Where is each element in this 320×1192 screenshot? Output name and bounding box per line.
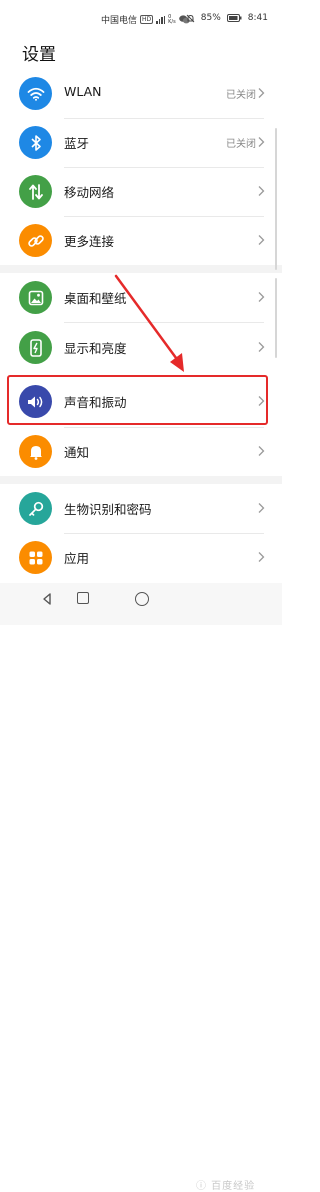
annotation-arrow: [114, 274, 184, 372]
back-icon[interactable]: [42, 593, 52, 605]
home-icon[interactable]: [135, 592, 149, 606]
recent-apps-icon[interactable]: [77, 592, 89, 604]
navigation-bar: ⓘ 百度经验: [0, 583, 282, 1192]
watermark: ⓘ 百度经验: [196, 1181, 256, 1192]
